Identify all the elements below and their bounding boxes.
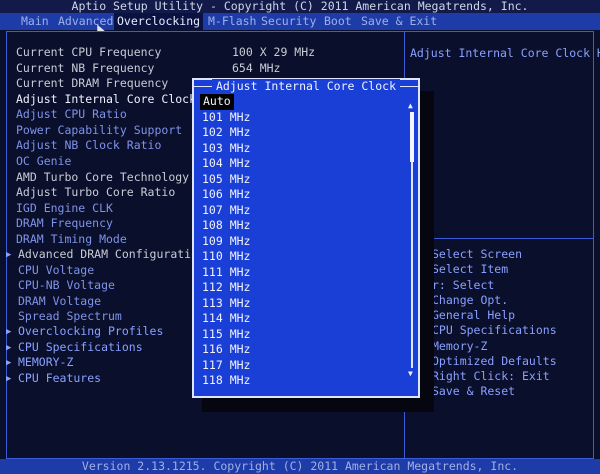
key-hint: Select Screen — [432, 247, 523, 261]
popup-option[interactable]: 113 MHz — [202, 296, 250, 312]
setting-igd-engine-clk[interactable]: IGD Engine CLK — [16, 201, 113, 216]
popup-title-text: Adjust Internal Core Clock — [211, 79, 400, 93]
setting-current-nb-frequency: Current NB Frequency — [16, 61, 155, 75]
setting-memory-z[interactable]: MEMORY-Z — [18, 355, 73, 370]
popup-option[interactable]: 118 MHz — [202, 373, 250, 389]
popup-option[interactable]: 115 MHz — [202, 327, 250, 343]
value-current-cpu-frequency: 100 X 29 MHz — [232, 45, 316, 59]
popup-option[interactable]: 111 MHz — [202, 265, 250, 281]
help-text: Adjust Internal Core Clock Help — [410, 46, 600, 60]
setting-cpu-specifications[interactable]: CPU Specifications — [18, 340, 143, 355]
setting-oc-genie[interactable]: OC Genie — [16, 154, 71, 169]
setting-dram-voltage[interactable]: DRAM Voltage — [18, 294, 101, 309]
setting-adjust-cpu-ratio[interactable]: Adjust CPU Ratio — [16, 107, 127, 122]
popup-scrollbar[interactable]: ▲ ▼ — [408, 102, 416, 378]
popup-option[interactable]: 108 MHz — [202, 218, 250, 234]
popup-option[interactable]: 107 MHz — [202, 203, 250, 219]
submenu-arrow-icon: ▶ — [6, 374, 12, 384]
key-hint: Optimized Defaults — [432, 354, 557, 368]
setting-advanced-dram-configuration[interactable]: Advanced DRAM Configuration — [18, 247, 205, 262]
menu-tab-m-flash[interactable]: M-Flash — [205, 13, 259, 30]
menu-tab-overclocking[interactable]: Overclocking — [114, 13, 204, 30]
menu-bar: Main Advanced Overclocking M-Flash Secur… — [0, 13, 600, 30]
popup-option[interactable]: 109 MHz — [202, 234, 250, 250]
popup-option[interactable]: 112 MHz — [202, 280, 250, 296]
triangle-down-icon[interactable]: ▼ — [408, 370, 413, 378]
popup-option[interactable]: 102 MHz — [202, 125, 250, 141]
popup-option[interactable]: 114 MHz — [202, 311, 250, 327]
popup-option[interactable]: 104 MHz — [202, 156, 250, 172]
popup-option[interactable]: Auto — [200, 94, 234, 110]
setting-power-capability-support[interactable]: Power Capability Support — [16, 123, 182, 138]
popup-option[interactable]: 103 MHz — [202, 141, 250, 157]
popup-option[interactable]: 110 MHz — [202, 249, 250, 265]
menu-tab-save-exit[interactable]: Save & Exit — [358, 13, 440, 30]
triangle-up-icon[interactable]: ▲ — [408, 102, 413, 110]
popup-option[interactable]: 105 MHz — [202, 172, 250, 188]
setting-overclocking-profiles[interactable]: Overclocking Profiles — [18, 324, 163, 339]
popup-option[interactable]: 101 MHz — [202, 110, 250, 126]
key-hint: General Help — [432, 308, 516, 322]
submenu-arrow-icon: ▶ — [6, 327, 12, 337]
option-popup: Adjust Internal Core Clock Auto 101 MHz … — [192, 78, 420, 398]
popup-title: Adjust Internal Core Clock — [194, 79, 418, 93]
window-title: Aptio Setup Utility - Copyright (C) 2011… — [0, 0, 600, 14]
popup-option[interactable]: 117 MHz — [202, 358, 250, 374]
key-hint: CPU Specifications — [432, 323, 557, 337]
setting-cpu-voltage[interactable]: CPU Voltage — [18, 263, 94, 278]
value-current-nb-frequency: 654 MHz — [232, 61, 281, 75]
submenu-arrow-icon: ▶ — [6, 250, 12, 260]
setting-adjust-internal-core-clock[interactable]: Adjust Internal Core Clock — [16, 92, 196, 107]
key-hint: Select Item — [432, 262, 509, 276]
key-hint: Change Opt. — [432, 293, 509, 307]
key-hint: Right Click: Exit — [432, 369, 550, 383]
key-hint: r: Select — [432, 278, 495, 292]
menu-tab-security[interactable]: Security — [258, 13, 319, 30]
key-hint: Save & Reset — [432, 384, 516, 398]
submenu-arrow-icon: ▶ — [6, 358, 12, 368]
setting-dram-timing-mode[interactable]: DRAM Timing Mode — [16, 232, 127, 247]
popup-option[interactable]: 106 MHz — [202, 187, 250, 203]
submenu-arrow-icon: ▶ — [6, 343, 12, 353]
setting-cpu-features[interactable]: CPU Features — [18, 371, 101, 386]
setting-adjust-turbo-core-ratio[interactable]: Adjust Turbo Core Ratio — [16, 185, 175, 200]
scroll-thumb[interactable] — [410, 112, 414, 162]
menu-tab-main[interactable]: Main — [18, 13, 52, 30]
setting-adjust-nb-clock-ratio[interactable]: Adjust NB Clock Ratio — [16, 138, 161, 153]
key-hint: Memory-Z — [432, 339, 488, 353]
setting-dram-frequency[interactable]: DRAM Frequency — [16, 216, 113, 231]
setting-current-cpu-frequency: Current CPU Frequency — [16, 45, 162, 59]
menu-tab-boot[interactable]: Boot — [321, 13, 355, 30]
version-footer: Version 2.13.1215. Copyright (C) 2011 Am… — [0, 459, 600, 474]
setting-current-dram-frequency: Current DRAM Frequency — [16, 76, 169, 90]
menu-tab-advanced[interactable]: Advanced — [55, 13, 116, 30]
setting-cpu-nb-voltage[interactable]: CPU-NB Voltage — [18, 278, 115, 293]
setting-amd-turbo-core-technology[interactable]: AMD Turbo Core Technology — [16, 170, 189, 185]
setting-spread-spectrum[interactable]: Spread Spectrum — [18, 309, 122, 324]
popup-option[interactable]: 116 MHz — [202, 342, 250, 358]
